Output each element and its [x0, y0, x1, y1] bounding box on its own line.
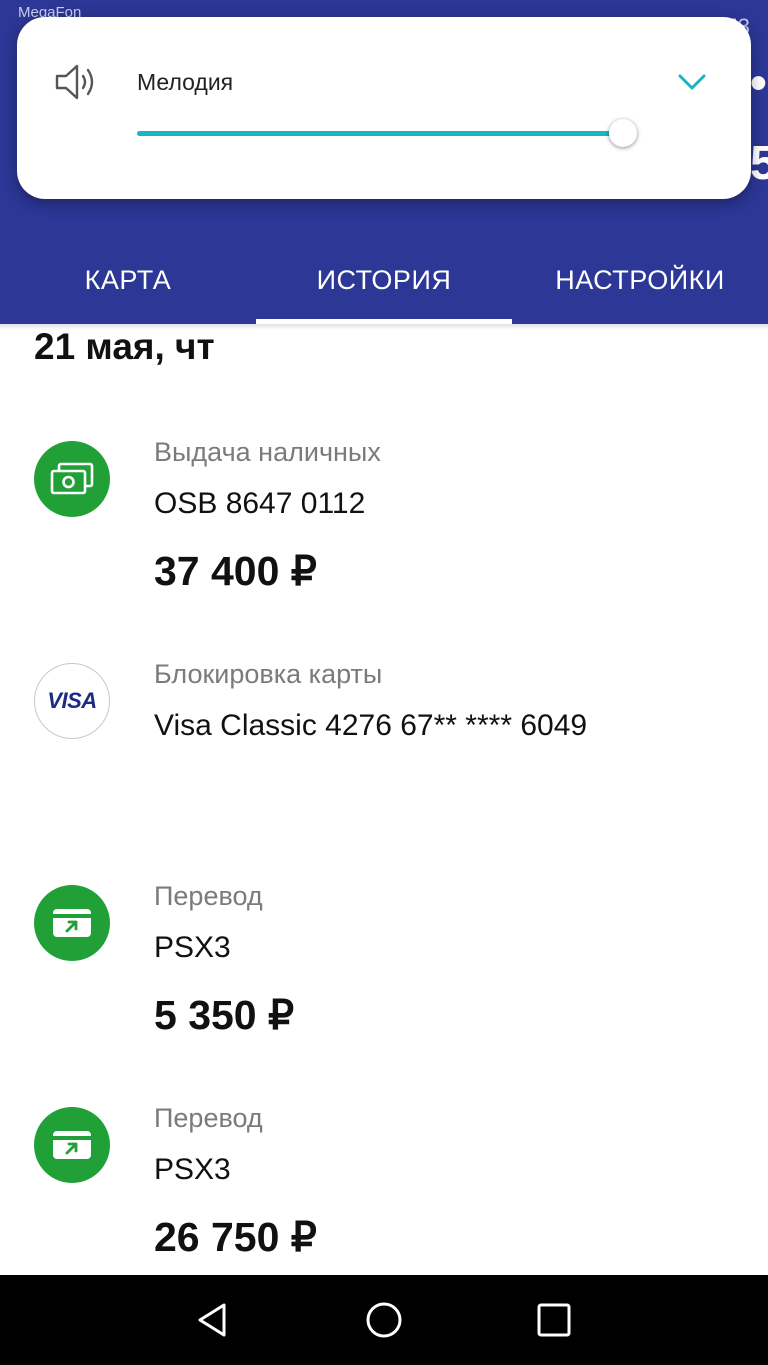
transaction-type: Перевод: [154, 1103, 263, 1133]
transaction-type: Блокировка карты: [154, 659, 383, 689]
visa-logo: VISA: [34, 663, 110, 739]
volume-panel: Мелодия: [17, 17, 751, 199]
volume-stream-label: Мелодия: [137, 69, 234, 95]
transaction-description: PSX3: [154, 931, 231, 964]
history-list[interactable]: 21 мая, чт Выдача наличных OSB 8647 0112…: [0, 324, 768, 1275]
header-edge-text: •: [750, 60, 767, 108]
header-edge-text: 5: [750, 140, 768, 188]
transaction-description: Visa Classic 4276 67** **** 6049: [154, 709, 588, 742]
volume-slider-fill: [137, 131, 623, 136]
transaction-type: Выдача наличных: [154, 437, 381, 467]
transaction-amount: 37 400 ₽: [154, 548, 317, 594]
tab-settings[interactable]: НАСТРОЙКИ: [512, 236, 768, 324]
volume-slider[interactable]: [137, 119, 637, 147]
back-icon[interactable]: [192, 1300, 232, 1340]
transaction-amount: 5 350 ₽: [154, 992, 295, 1038]
navigation-bar: [0, 1275, 768, 1365]
date-header: 21 мая, чт: [34, 326, 215, 367]
chevron-down-icon[interactable]: [677, 71, 707, 93]
transfer-icon: [34, 885, 110, 961]
speaker-icon[interactable]: [55, 63, 101, 101]
transfer-icon: [34, 1107, 110, 1183]
transaction-type: Перевод: [154, 881, 263, 911]
home-icon[interactable]: [364, 1300, 404, 1340]
transaction-amount: 26 750 ₽: [154, 1214, 317, 1260]
transaction-description: OSB 8647 0112: [154, 487, 366, 520]
tab-card[interactable]: КАРТА: [0, 236, 256, 324]
tab-history[interactable]: ИСТОРИЯ: [256, 236, 512, 324]
volume-slider-thumb[interactable]: [609, 119, 637, 147]
tab-bar: КАРТА ИСТОРИЯ НАСТРОЙКИ: [0, 236, 768, 324]
cash-icon: [34, 441, 110, 517]
transaction-description: PSX3: [154, 1153, 231, 1186]
visa-logo-text: VISA: [47, 688, 97, 713]
recents-icon[interactable]: [534, 1300, 574, 1340]
